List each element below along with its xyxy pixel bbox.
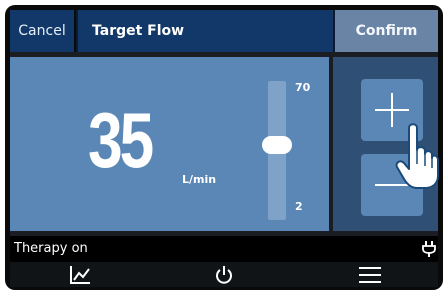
screen: Cancel Target Flow Confirm 35 L/min 70 2 [10,10,439,287]
device-frame: Cancel Target Flow Confirm 35 L/min 70 2 [5,5,443,290]
flow-unit: L/min [182,173,217,186]
flow-slider-thumb[interactable] [262,136,292,154]
bottom-nav [10,262,438,287]
page-title: Target Flow [78,10,333,52]
menu-button[interactable] [340,262,400,287]
menu-icon [359,267,381,283]
confirm-button[interactable]: Confirm [335,10,438,52]
flow-panel: 35 L/min 70 2 [10,57,329,231]
trends-button[interactable] [50,262,110,287]
cancel-button[interactable]: Cancel [10,10,76,52]
trend-chart-icon [70,266,90,284]
plug-icon [422,241,436,257]
flow-value: 35 [88,96,154,184]
status-bar: Therapy on [10,236,438,262]
header-bar: Cancel Target Flow Confirm [10,10,438,52]
power-icon [216,266,232,284]
pointing-hand-icon [395,123,439,189]
power-button[interactable] [194,262,254,287]
slider-min-label: 2 [295,200,303,213]
slider-max-label: 70 [295,81,311,94]
therapy-status: Therapy on [14,241,88,256]
